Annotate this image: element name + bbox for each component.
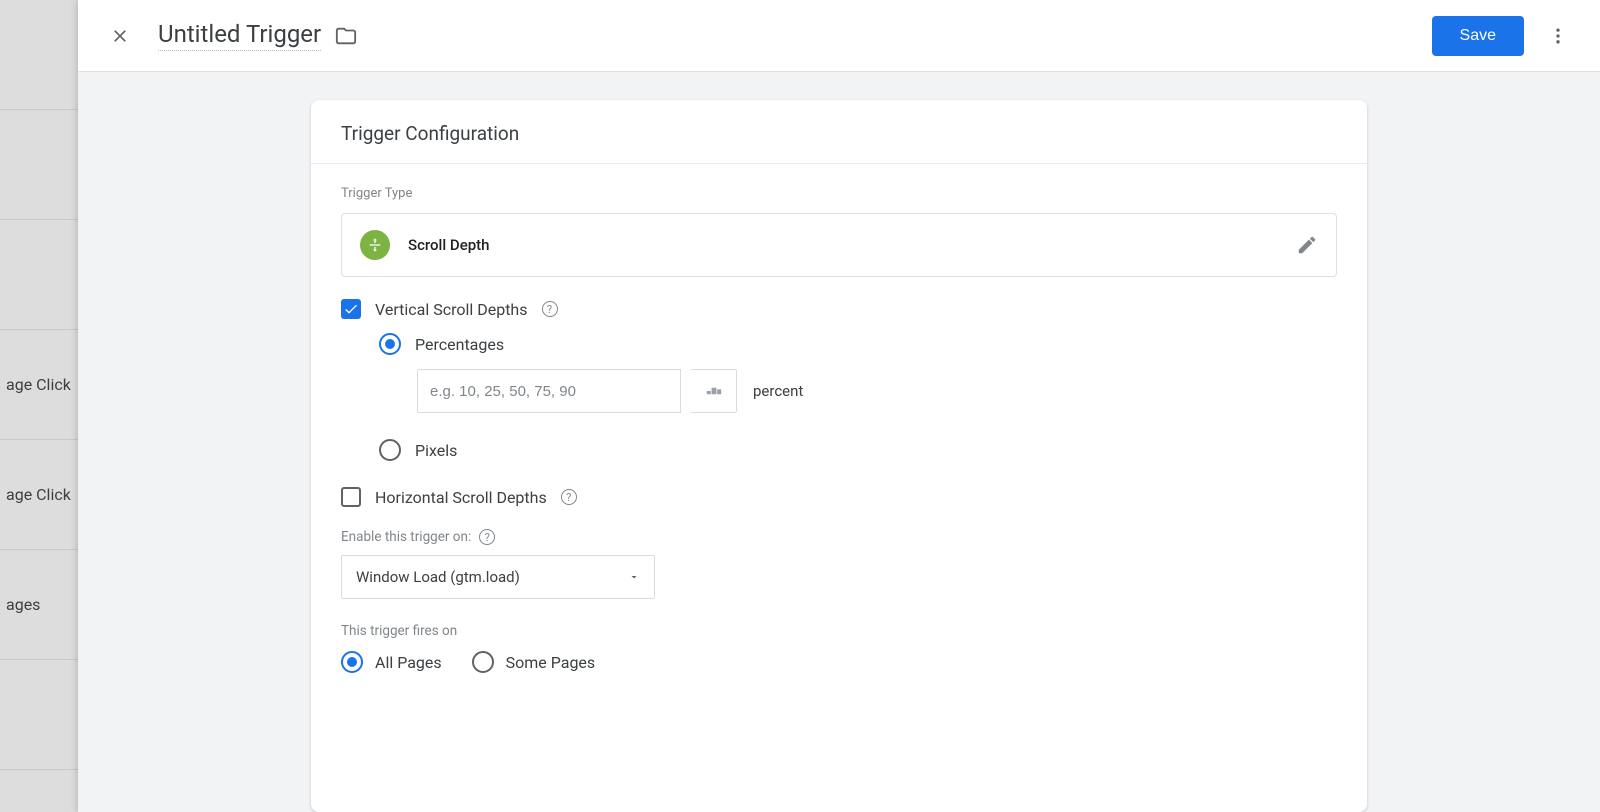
folder-icon: [335, 25, 357, 47]
percentages-label: Percentages: [415, 335, 504, 354]
variable-icon: [704, 383, 724, 399]
edit-trigger-type-button[interactable]: [1296, 234, 1318, 256]
pixels-radio[interactable]: [379, 439, 401, 461]
more-vert-icon: [1548, 26, 1568, 46]
pixels-label: Pixels: [415, 441, 457, 460]
vertical-scroll-checkbox-row: Vertical Scroll Depths ?: [341, 299, 1337, 319]
fires-on-label: This trigger fires on: [341, 623, 1337, 639]
percentages-input[interactable]: [417, 369, 681, 413]
panel-body: Trigger Configuration Trigger Type Scrol…: [78, 72, 1600, 812]
close-button[interactable]: [106, 22, 134, 50]
close-icon: [110, 26, 130, 46]
some-pages-radio[interactable]: [472, 651, 494, 673]
some-pages-label: Some Pages: [506, 653, 596, 672]
enable-trigger-label: Enable this trigger on: ?: [341, 529, 1337, 545]
percent-suffix: percent: [753, 382, 803, 400]
chevron-down-icon: [628, 571, 640, 583]
trigger-title[interactable]: Untitled Trigger: [158, 20, 321, 51]
enable-trigger-value: Window Load (gtm.load): [356, 568, 520, 586]
help-icon[interactable]: ?: [479, 529, 495, 545]
trigger-type-label: Trigger Type: [341, 186, 1337, 201]
enable-trigger-select[interactable]: Window Load (gtm.load): [341, 555, 655, 599]
panel-header: Untitled Trigger Save: [78, 0, 1600, 72]
save-button[interactable]: Save: [1432, 16, 1524, 56]
variable-picker-button[interactable]: [691, 369, 737, 413]
horizontal-scroll-checkbox-row: Horizontal Scroll Depths ?: [341, 487, 1337, 507]
check-icon: [343, 301, 359, 317]
trigger-type-name: Scroll Depth: [408, 236, 1278, 254]
percentages-radio[interactable]: [379, 333, 401, 355]
vertical-scroll-label: Vertical Scroll Depths: [375, 300, 528, 319]
pixels-radio-row: Pixels: [379, 439, 1337, 461]
pencil-icon: [1296, 234, 1318, 256]
vertical-scroll-checkbox[interactable]: [341, 299, 361, 319]
card-title: Trigger Configuration: [311, 100, 1367, 164]
all-pages-label: All Pages: [375, 653, 442, 672]
help-icon[interactable]: ?: [542, 301, 558, 317]
help-icon[interactable]: ?: [561, 489, 577, 505]
all-pages-radio[interactable]: [341, 651, 363, 673]
more-menu-button[interactable]: [1544, 22, 1572, 50]
folder-button[interactable]: [335, 25, 357, 47]
percentages-radio-row: Percentages: [379, 333, 1337, 355]
trigger-config-card: Trigger Configuration Trigger Type Scrol…: [311, 100, 1367, 812]
scroll-depth-icon: [360, 230, 390, 260]
trigger-type-selector[interactable]: Scroll Depth: [341, 213, 1337, 277]
percentages-input-row: percent: [417, 369, 1337, 413]
fires-on-radio-group: All Pages Some Pages: [341, 651, 1337, 673]
horizontal-scroll-checkbox[interactable]: [341, 487, 361, 507]
slide-over-panel: Untitled Trigger Save Trigger Configurat…: [78, 0, 1600, 812]
horizontal-scroll-label: Horizontal Scroll Depths: [375, 488, 547, 507]
